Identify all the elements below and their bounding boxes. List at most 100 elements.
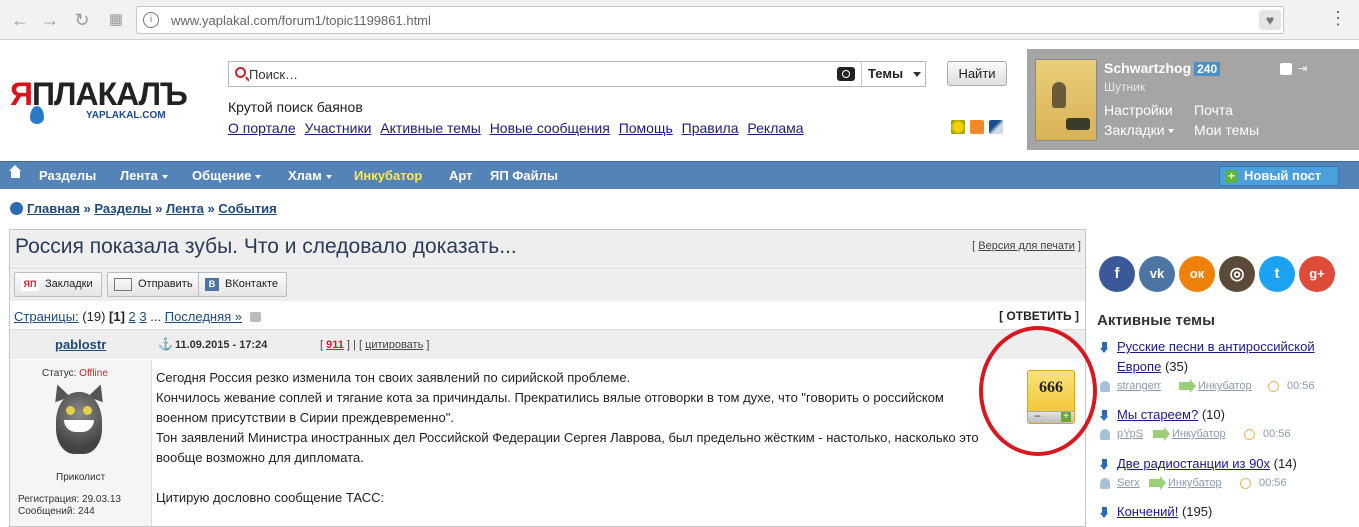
page-last[interactable]: Последняя »: [165, 309, 242, 324]
pages-label[interactable]: Страницы:: [14, 309, 79, 324]
logout-icon[interactable]: ⇥: [1298, 63, 1310, 75]
active-topic-user[interactable]: strangerr: [1117, 380, 1161, 392]
author-avatar[interactable]: [46, 381, 112, 466]
reload-icon[interactable]: ↻: [70, 8, 94, 32]
search-input[interactable]: [249, 65, 849, 83]
active-topic-link[interactable]: Русские песни в антироссийской: [1117, 339, 1315, 354]
post-date: 11.09.2015 - 17:24: [175, 339, 268, 351]
username[interactable]: Schwartzhog 240: [1104, 60, 1221, 76]
active-topic-count: (10): [1201, 407, 1225, 422]
mail-link[interactable]: Почта: [1194, 102, 1233, 118]
nav-junk[interactable]: Хлам: [288, 162, 332, 190]
search-bar: Темы: [228, 61, 926, 87]
send-button[interactable]: Отправить: [107, 272, 202, 297]
nav-social[interactable]: Общение: [192, 162, 262, 190]
clock-icon: [1244, 429, 1255, 440]
active-topic-user[interactable]: Serx: [1117, 477, 1140, 489]
search-scope-select[interactable]: Темы: [861, 62, 927, 86]
vk-icon: B: [205, 278, 219, 291]
nav-art[interactable]: Арт: [449, 162, 473, 190]
heart-icon[interactable]: ♥: [1259, 10, 1281, 30]
crumb-home[interactable]: Главная: [27, 201, 80, 216]
active-topic: Две радиостанции из 90х (14): [1097, 456, 1359, 474]
settings-link[interactable]: Настройки: [1104, 102, 1173, 118]
anchor-icon[interactable]: ⚓: [158, 337, 173, 351]
active-topic-time: 00:56: [1259, 477, 1287, 489]
nav-sections[interactable]: Разделы: [39, 162, 96, 190]
post-author[interactable]: pablostr: [55, 337, 106, 352]
arrow-down-icon: [1100, 507, 1109, 518]
back-icon[interactable]: ←: [8, 8, 32, 32]
reply-button[interactable]: [ ОТВЕТИТЬ ]: [999, 309, 1079, 323]
home-icon[interactable]: [9, 165, 21, 180]
vk-icon[interactable]: vk: [1139, 256, 1175, 292]
odnoklassniki-icon[interactable]: ок: [1179, 256, 1215, 292]
pagination: Страницы: (19) [1] 2 3 ... Последняя » […: [10, 302, 1085, 328]
page-info-icon[interactable]: i: [143, 12, 159, 28]
active-topic-meta: strangerr Инкубатор 00:56: [1097, 379, 1359, 394]
avatar[interactable]: [1035, 59, 1097, 141]
link-about[interactable]: О портале: [228, 120, 296, 136]
site-logo[interactable]: ЯПЛАКАЛЪ YAPLAKAL.COM: [10, 76, 210, 126]
active-topic-section[interactable]: Инкубатор: [1198, 380, 1252, 392]
browser-toolbar: ← → ↻ ▦ i www.yaplakal.com/forum1/topic1…: [0, 0, 1359, 40]
link-members[interactable]: Участники: [305, 120, 372, 136]
karma-badge: 240: [1194, 62, 1221, 76]
link-help[interactable]: Помощь: [619, 120, 673, 136]
address-bar[interactable]: i www.yaplakal.com/forum1/topic1199861.h…: [136, 6, 1284, 34]
page-jump-icon[interactable]: [249, 312, 261, 322]
active-topic-link[interactable]: Кончений!: [1117, 504, 1178, 519]
vk-share-button[interactable]: B ВКонтакте: [198, 272, 287, 297]
link-active-topics[interactable]: Активные темы: [380, 120, 481, 136]
new-post-button[interactable]: + Новый пост: [1219, 166, 1339, 186]
add-icon[interactable]: [1280, 63, 1292, 75]
post-number[interactable]: 911: [326, 339, 344, 351]
link-ads[interactable]: Реклама: [747, 120, 803, 136]
rss-icon[interactable]: [970, 120, 984, 134]
nav-incubator[interactable]: Инкубатор: [354, 162, 422, 190]
page-2[interactable]: 2: [129, 309, 136, 324]
star-icon[interactable]: [951, 120, 965, 134]
bookmarks-menu[interactable]: Закладки: [1104, 122, 1174, 138]
post-body: Сегодня Россия резко изменила тон своих …: [156, 368, 986, 508]
url-text[interactable]: www.yaplakal.com/forum1/topic1199861.htm…: [171, 13, 431, 28]
active-topic-meta: pYpS Инкубатор 00:56: [1097, 427, 1359, 442]
google-plus-icon[interactable]: g+: [1299, 256, 1335, 292]
print-link[interactable]: Версия для печати: [978, 240, 1075, 252]
twitter-icon[interactable]: t: [1259, 256, 1295, 292]
link-rules[interactable]: Правила: [682, 120, 739, 136]
active-topic-count: (195): [1181, 504, 1213, 519]
quote-link[interactable]: цитировать: [365, 339, 423, 351]
link-new-messages[interactable]: Новые сообщения: [490, 120, 610, 136]
crumb-events[interactable]: События: [218, 201, 276, 216]
instagram-icon[interactable]: ◎: [1219, 256, 1255, 292]
page-3[interactable]: 3: [139, 309, 146, 324]
active-topic-link[interactable]: Мы стареем?: [1117, 407, 1198, 422]
yap-icon: ЯП: [21, 278, 39, 291]
active-topic-section[interactable]: Инкубатор: [1172, 428, 1226, 440]
facebook-icon[interactable]: f: [1099, 256, 1135, 292]
nav-files[interactable]: ЯП Файлы: [490, 162, 558, 190]
active-topic-section[interactable]: Инкубатор: [1168, 477, 1222, 489]
clock-icon: [1240, 478, 1251, 489]
arrow-right-icon: [1149, 476, 1166, 490]
nav-feed[interactable]: Лента: [120, 162, 168, 190]
search-button[interactable]: Найти: [947, 61, 1007, 86]
active-topic-link[interactable]: Европе: [1117, 359, 1161, 374]
active-topic-user[interactable]: pYpS: [1117, 428, 1143, 440]
active-topic-link[interactable]: Две радиостанции из 90х: [1117, 456, 1270, 471]
active-topic-count: (14): [1273, 456, 1297, 471]
author-status: Статус: Offline: [42, 368, 108, 379]
menu-icon[interactable]: ⋮: [1329, 8, 1347, 29]
bookmarks-button[interactable]: ЯП Закладки: [14, 272, 102, 297]
arrow-right-icon: [1179, 379, 1196, 393]
active-topic: Мы стареем? (10): [1097, 407, 1359, 425]
active-topic: Русские песни в антироссийской Европе (3…: [1097, 339, 1359, 375]
crumb-sections[interactable]: Разделы: [94, 201, 151, 216]
apps-grid-icon[interactable]: ▦: [104, 8, 128, 32]
forward-icon[interactable]: →: [38, 8, 62, 32]
pen-icon[interactable]: [989, 120, 1003, 134]
my-topics-link[interactable]: Мои темы: [1194, 122, 1259, 138]
crumb-feed[interactable]: Лента: [166, 201, 204, 216]
camera-icon[interactable]: [837, 67, 855, 81]
